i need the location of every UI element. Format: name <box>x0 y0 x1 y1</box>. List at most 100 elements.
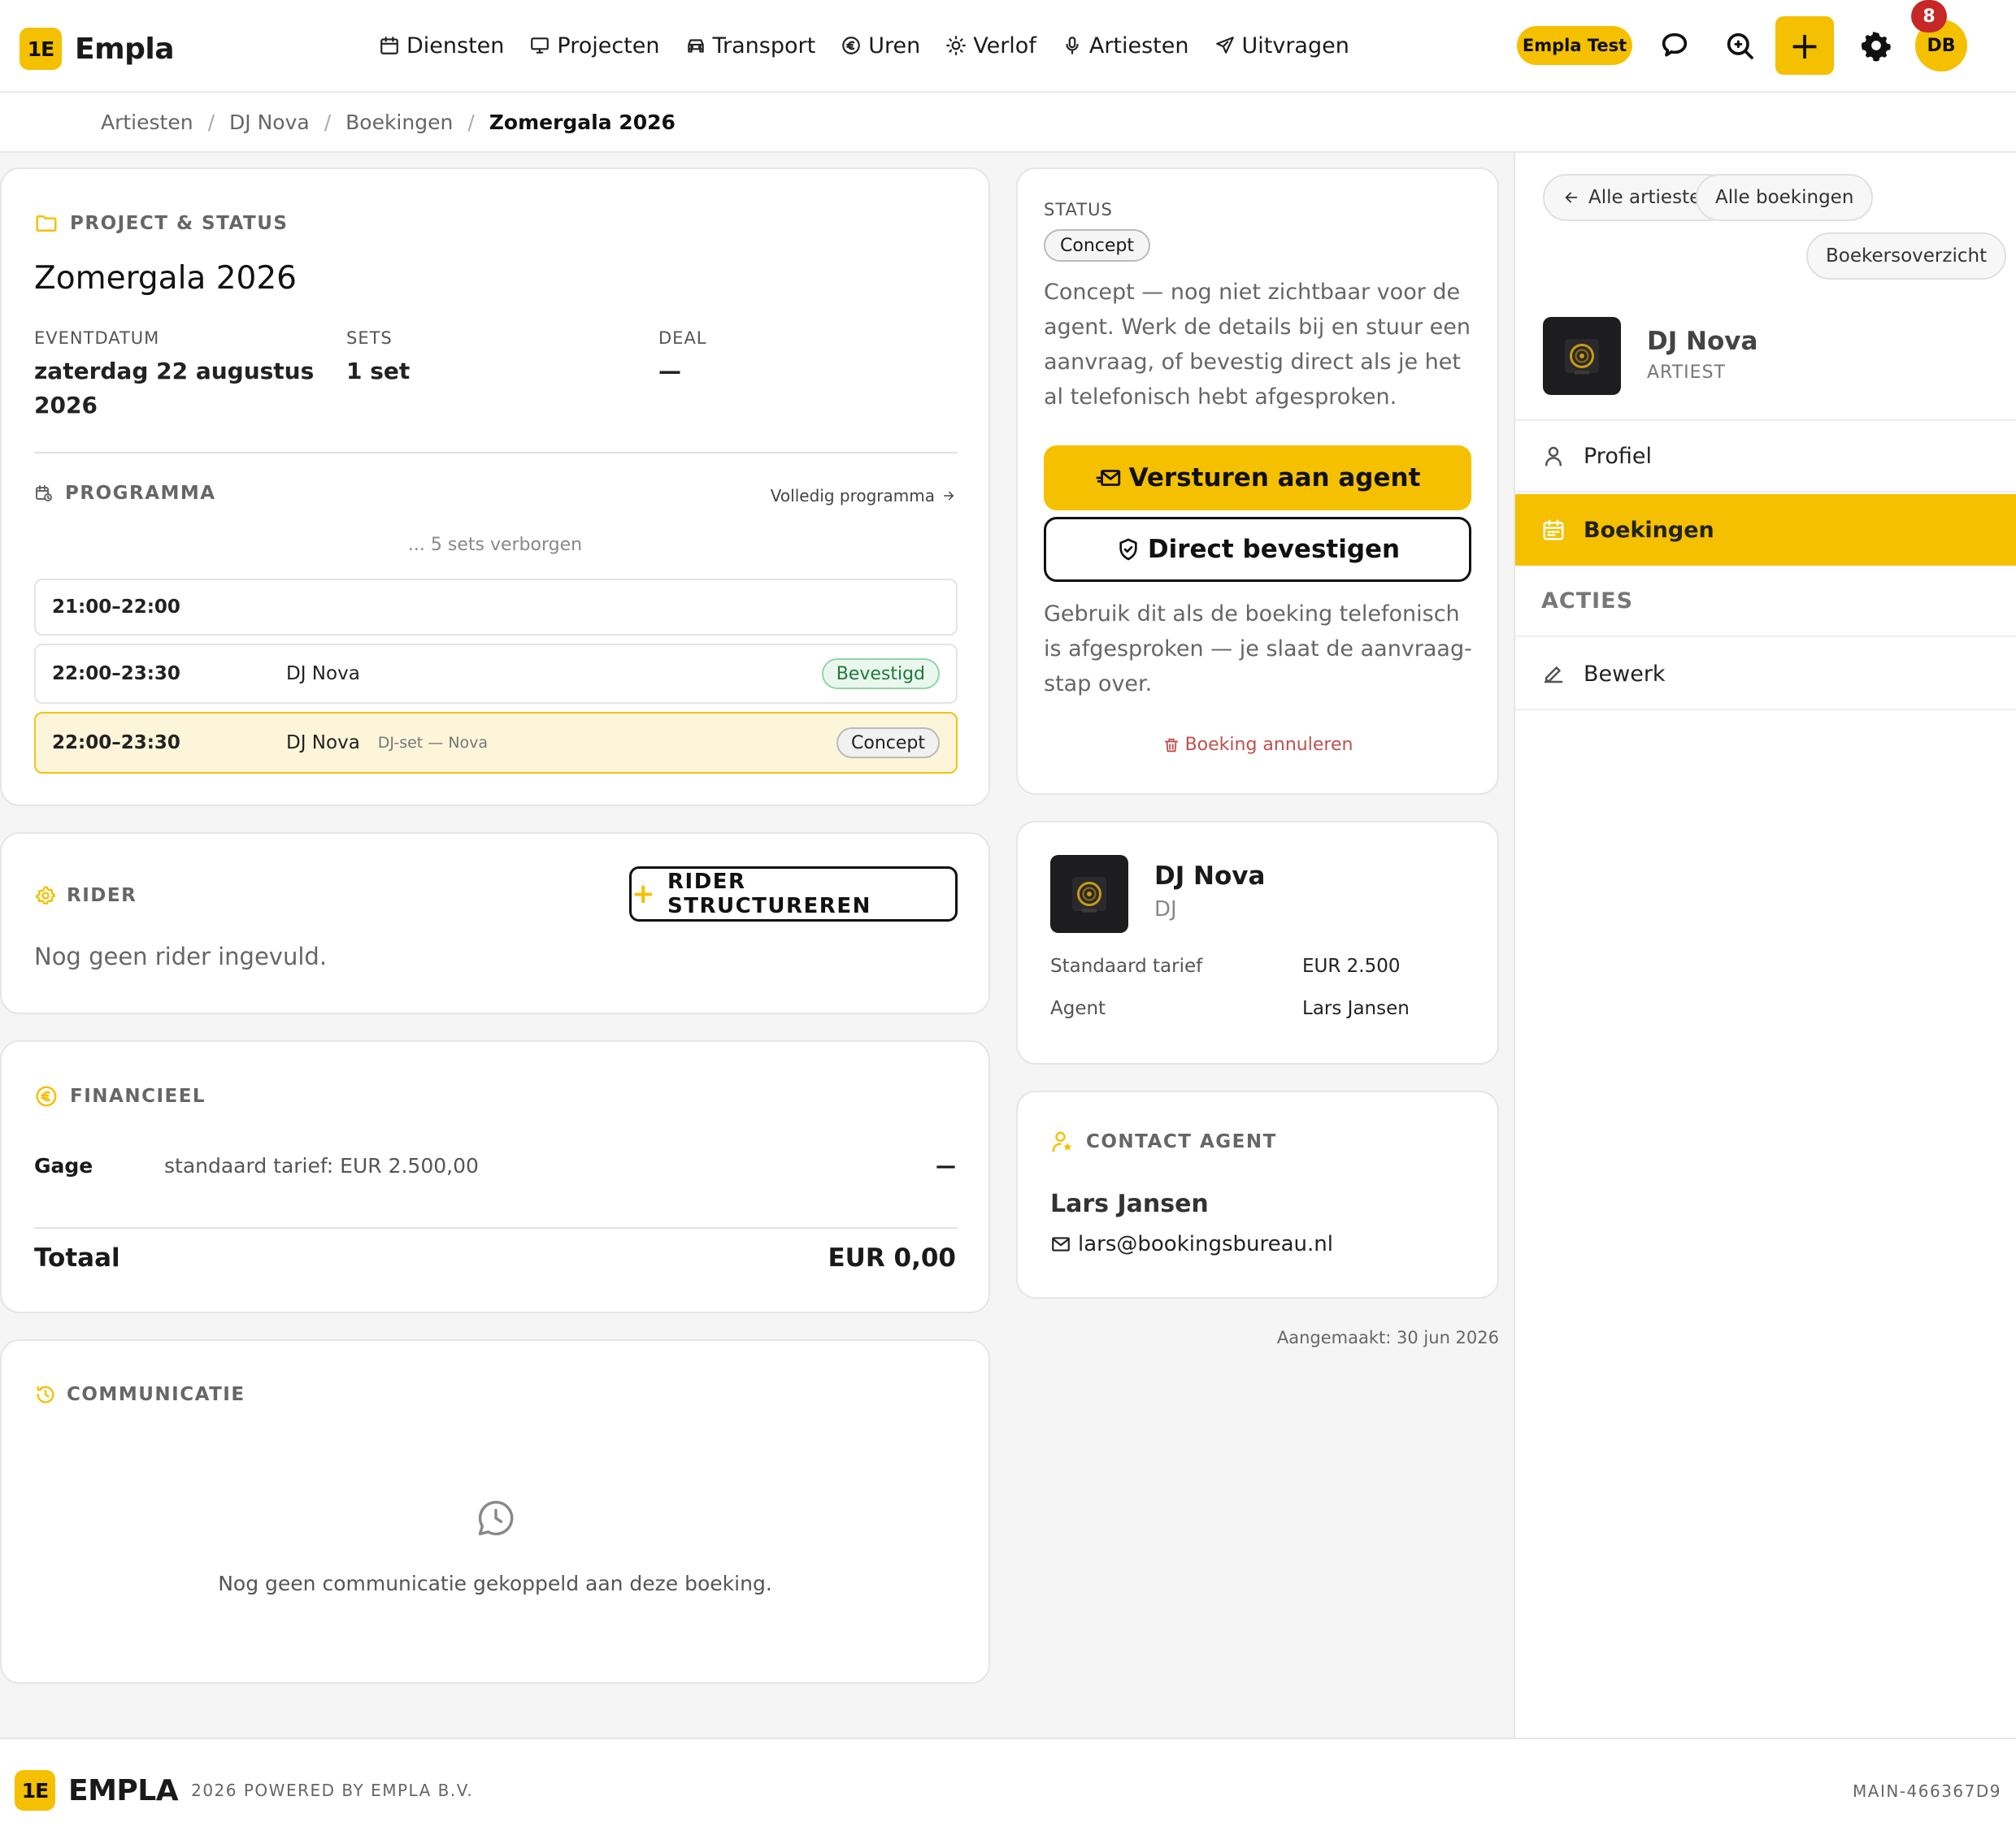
nav-item-label: Transport <box>712 33 816 59</box>
sidebar-item-bewerk[interactable]: Bewerk <box>1515 639 2016 710</box>
program-slot-active[interactable]: 22:00–23:30 DJ Nova DJ-set — Nova Concep… <box>34 712 958 774</box>
gear-icon[interactable] <box>1860 29 1892 62</box>
agent-email[interactable]: lars@bookingsbureau.nl <box>1050 1232 1333 1256</box>
artist-name[interactable]: DJ Nova <box>1154 861 1265 891</box>
contact-heading: CONTACT AGENT <box>1050 1130 1277 1154</box>
sidebar-artist-name: DJ Nova <box>1647 327 1758 356</box>
event-date-line: zaterdag 22 augustus <box>34 358 315 384</box>
send-icon <box>1214 35 1236 56</box>
breadcrumb: Artiesten / DJ Nova / Boekingen / Zomerg… <box>0 93 2016 153</box>
financial-heading: FINANCIEEL <box>34 1084 206 1109</box>
arrow-left-icon <box>1562 189 1580 206</box>
hidden-sets-note[interactable]: ... 5 sets verborgen <box>2 535 988 555</box>
chip-label: Alle artiesten <box>1588 187 1713 208</box>
chat-clock-icon <box>475 1497 517 1539</box>
nav-item-verlof[interactable]: Verlof <box>945 33 1036 59</box>
app-logo[interactable]: 1E Empla <box>20 28 175 70</box>
breadcrumb-item[interactable]: Artiesten <box>101 111 193 134</box>
meta-value: zaterdag 22 augustus 2026 <box>34 354 314 423</box>
breadcrumb-item[interactable]: DJ Nova <box>229 111 310 134</box>
meta-value: — <box>658 358 681 384</box>
breadcrumb-separator: / <box>467 110 475 134</box>
nav-item-uitvragen[interactable]: Uitvragen <box>1214 33 1349 59</box>
button-label: Versturen aan agent <box>1128 463 1421 492</box>
cancel-booking-link[interactable]: Boeking annuleren <box>1018 735 1497 755</box>
slot-artist: DJ Nova <box>286 663 360 684</box>
euro-icon <box>841 35 862 56</box>
footer: 1E EMPLA 2026 POWERED BY EMPLA B.V. MAIN… <box>0 1738 2016 1844</box>
contact-agent-card: CONTACT AGENT Lars Jansen lars@bookingsb… <box>1016 1091 1499 1299</box>
section-heading-label: PROJECT & STATUS <box>70 213 289 234</box>
meta-label: DEAL <box>658 328 707 348</box>
meta-label: SETS <box>346 328 393 348</box>
nav-item-label: Projecten <box>557 33 660 59</box>
structure-rider-button[interactable]: + RIDER STRUCTUREREN <box>629 866 958 922</box>
communication-empty-text: Nog geen communicatie gekoppeld aan deze… <box>218 1572 772 1595</box>
environment-badge[interactable]: Empla Test <box>1517 26 1632 65</box>
financial-card: FINANCIEEL Gage standaard tarief: EUR 2.… <box>0 1040 990 1313</box>
slot-subtitle: DJ-set — Nova <box>377 734 489 752</box>
app-name: Empla <box>75 32 175 66</box>
chat-icon[interactable] <box>1658 29 1691 62</box>
nav-item-transport[interactable]: Transport <box>685 33 816 59</box>
slot-time: 22:00–23:30 <box>52 732 180 753</box>
nav-item-label: Uren <box>868 33 921 59</box>
confirm-note: Gebruik dit als de boeking telefonisch i… <box>1044 601 1472 696</box>
notification-badge[interactable]: 8 <box>1911 0 1947 33</box>
section-heading-label: RIDER <box>67 885 137 906</box>
divider <box>34 452 958 453</box>
sidebar-item-profiel[interactable]: Profiel <box>1515 421 2016 492</box>
artist-image <box>1543 317 1621 395</box>
nav-item-label: Verlof <box>973 33 1036 59</box>
event-date: EVENTDATUM zaterdag 22 augustus 2026 <box>34 328 314 423</box>
search-icon[interactable] <box>1723 29 1756 62</box>
program-slot[interactable]: 21:00–22:00 <box>34 579 958 636</box>
pencil-icon <box>1541 662 1566 686</box>
communication-heading: COMMUNICATIE <box>34 1383 245 1406</box>
agent-label: Agent <box>1050 998 1106 1019</box>
calendar-clock-icon <box>34 484 54 503</box>
artist-sidebar: Alle artiesten Alle boekingen Boekersove… <box>1514 153 2016 1738</box>
breadcrumb-separator: / <box>324 110 332 134</box>
nav-item-artiesten[interactable]: Artiesten <box>1062 33 1189 59</box>
email-text: lars@bookingsbureau.nl <box>1078 1232 1333 1256</box>
settings-icon <box>34 884 57 907</box>
status-description: Concept — nog niet zichtbaar voor de age… <box>1044 280 1471 410</box>
sidebar-item-label: Bewerk <box>1584 661 1666 687</box>
breadcrumb-item[interactable]: Boekingen <box>345 111 453 134</box>
send-to-agent-button[interactable]: Versturen aan agent <box>1044 445 1471 510</box>
rider-card: RIDER + RIDER STRUCTUREREN Nog geen ride… <box>0 832 990 1014</box>
bookers-overview-chip[interactable]: Boekersoverzicht <box>1806 232 2007 280</box>
nav-item-uren[interactable]: Uren <box>841 33 920 59</box>
all-bookings-chip[interactable]: Alle boekingen <box>1696 174 1874 221</box>
sidebar-item-label: Profiel <box>1584 443 1652 469</box>
confirm-directly-button[interactable]: Direct bevestigen <box>1044 517 1471 582</box>
artist-image[interactable] <box>1050 855 1128 933</box>
main-nav: Diensten Projecten Transport Uren Verlof… <box>379 28 1375 63</box>
divider <box>34 1227 958 1229</box>
project-status-card: PROJECT & STATUS Zomergala 2026 EVENTDAT… <box>0 167 990 806</box>
sun-icon <box>945 35 967 56</box>
slot-time: 22:00–23:30 <box>52 663 180 684</box>
full-program-link[interactable]: Volledig programma <box>771 486 956 505</box>
top-navigation: 1E Empla Diensten Projecten Transport Ur… <box>0 0 2016 93</box>
actions-heading: ACTIES <box>1515 566 2016 637</box>
program-slot[interactable]: 22:00–23:30 DJ Nova Bevestigd <box>34 644 958 704</box>
create-button[interactable]: + <box>1775 16 1834 75</box>
sidebar-item-label: Boekingen <box>1584 517 1714 543</box>
status-label: STATUS <box>1044 200 1113 219</box>
communication-card: COMMUNICATIE Nog geen communicatie gekop… <box>0 1339 990 1684</box>
sidebar-item-boekingen[interactable]: Boekingen <box>1515 494 2016 566</box>
artist-role: DJ <box>1154 897 1177 922</box>
total-value: EUR 0,00 <box>828 1243 957 1273</box>
nav-item-projecten[interactable]: Projecten <box>529 33 660 59</box>
event-date-line: 2026 <box>34 392 98 419</box>
nav-item-label: Artiesten <box>1088 33 1189 59</box>
link-label: Boeking annuleren <box>1184 735 1353 755</box>
section-heading: PROJECT & STATUS <box>34 211 288 236</box>
nav-item-diensten[interactable]: Diensten <box>379 33 504 59</box>
total-label: Totaal <box>34 1243 120 1273</box>
rider-heading: RIDER <box>34 884 137 907</box>
button-label: Direct bevestigen <box>1147 535 1401 564</box>
car-icon <box>685 35 706 56</box>
